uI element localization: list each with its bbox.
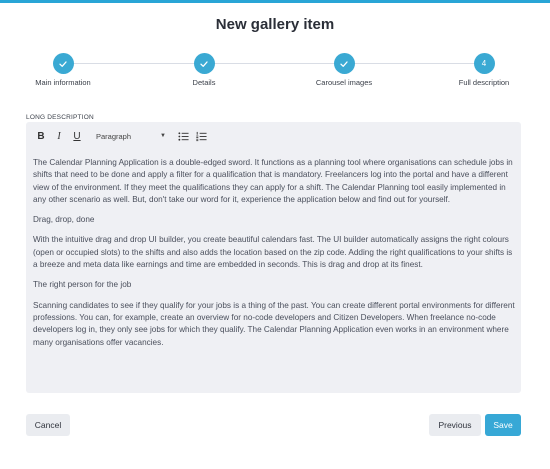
- description-heading: Drag, drop, done: [33, 215, 95, 225]
- description-heading: The right person for the job: [33, 280, 132, 290]
- numbered-list-icon: [195, 131, 207, 141]
- step-number: 4: [473, 53, 495, 74]
- caret-down-icon: ▼: [160, 133, 166, 139]
- step-label: Details: [192, 78, 216, 87]
- step-main-information[interactable]: Main information: [3, 53, 123, 87]
- check-icon: [333, 53, 355, 74]
- step-details[interactable]: Details: [144, 53, 264, 87]
- description-paragraph: The Calendar Planning Application is a d…: [33, 158, 513, 204]
- bullet-list-icon: [177, 131, 189, 141]
- description-paragraph: Scanning candidates to see if they quali…: [33, 300, 515, 347]
- step-label: Main information: [35, 78, 91, 87]
- underline-button[interactable]: U: [70, 129, 84, 143]
- previous-button[interactable]: Previous: [429, 414, 481, 436]
- italic-button[interactable]: I: [52, 129, 66, 143]
- stepper-connector: [62, 63, 484, 64]
- cancel-button[interactable]: Cancel: [26, 414, 70, 436]
- rich-text-editor[interactable]: B I U Paragraph ▼ The Calendar Planning …: [26, 122, 521, 393]
- paragraph-format-select[interactable]: Paragraph ▼: [96, 132, 166, 141]
- long-description-label: LONG DESCRIPTION: [26, 114, 94, 121]
- bullet-list-button[interactable]: [176, 129, 190, 143]
- editor-content[interactable]: The Calendar Planning Application is a d…: [33, 157, 517, 357]
- editor-toolbar: B I U Paragraph ▼: [34, 128, 212, 144]
- check-icon: [52, 53, 74, 74]
- progress-stepper: Main information Details Carousel images…: [0, 53, 550, 93]
- step-carousel-images[interactable]: Carousel images: [284, 53, 404, 87]
- description-paragraph: With the intuitive drag and drop UI buil…: [33, 235, 513, 270]
- step-label: Carousel images: [315, 78, 373, 87]
- save-button[interactable]: Save: [485, 414, 521, 436]
- top-accent-bar: [0, 0, 550, 3]
- page-title: New gallery item: [215, 16, 335, 33]
- step-full-description[interactable]: 4 Full description: [424, 53, 544, 87]
- numbered-list-button[interactable]: [194, 129, 208, 143]
- check-icon: [193, 53, 215, 74]
- paragraph-format-value: Paragraph: [96, 131, 132, 141]
- step-label: Full description: [458, 78, 510, 87]
- bold-button[interactable]: B: [34, 129, 48, 143]
